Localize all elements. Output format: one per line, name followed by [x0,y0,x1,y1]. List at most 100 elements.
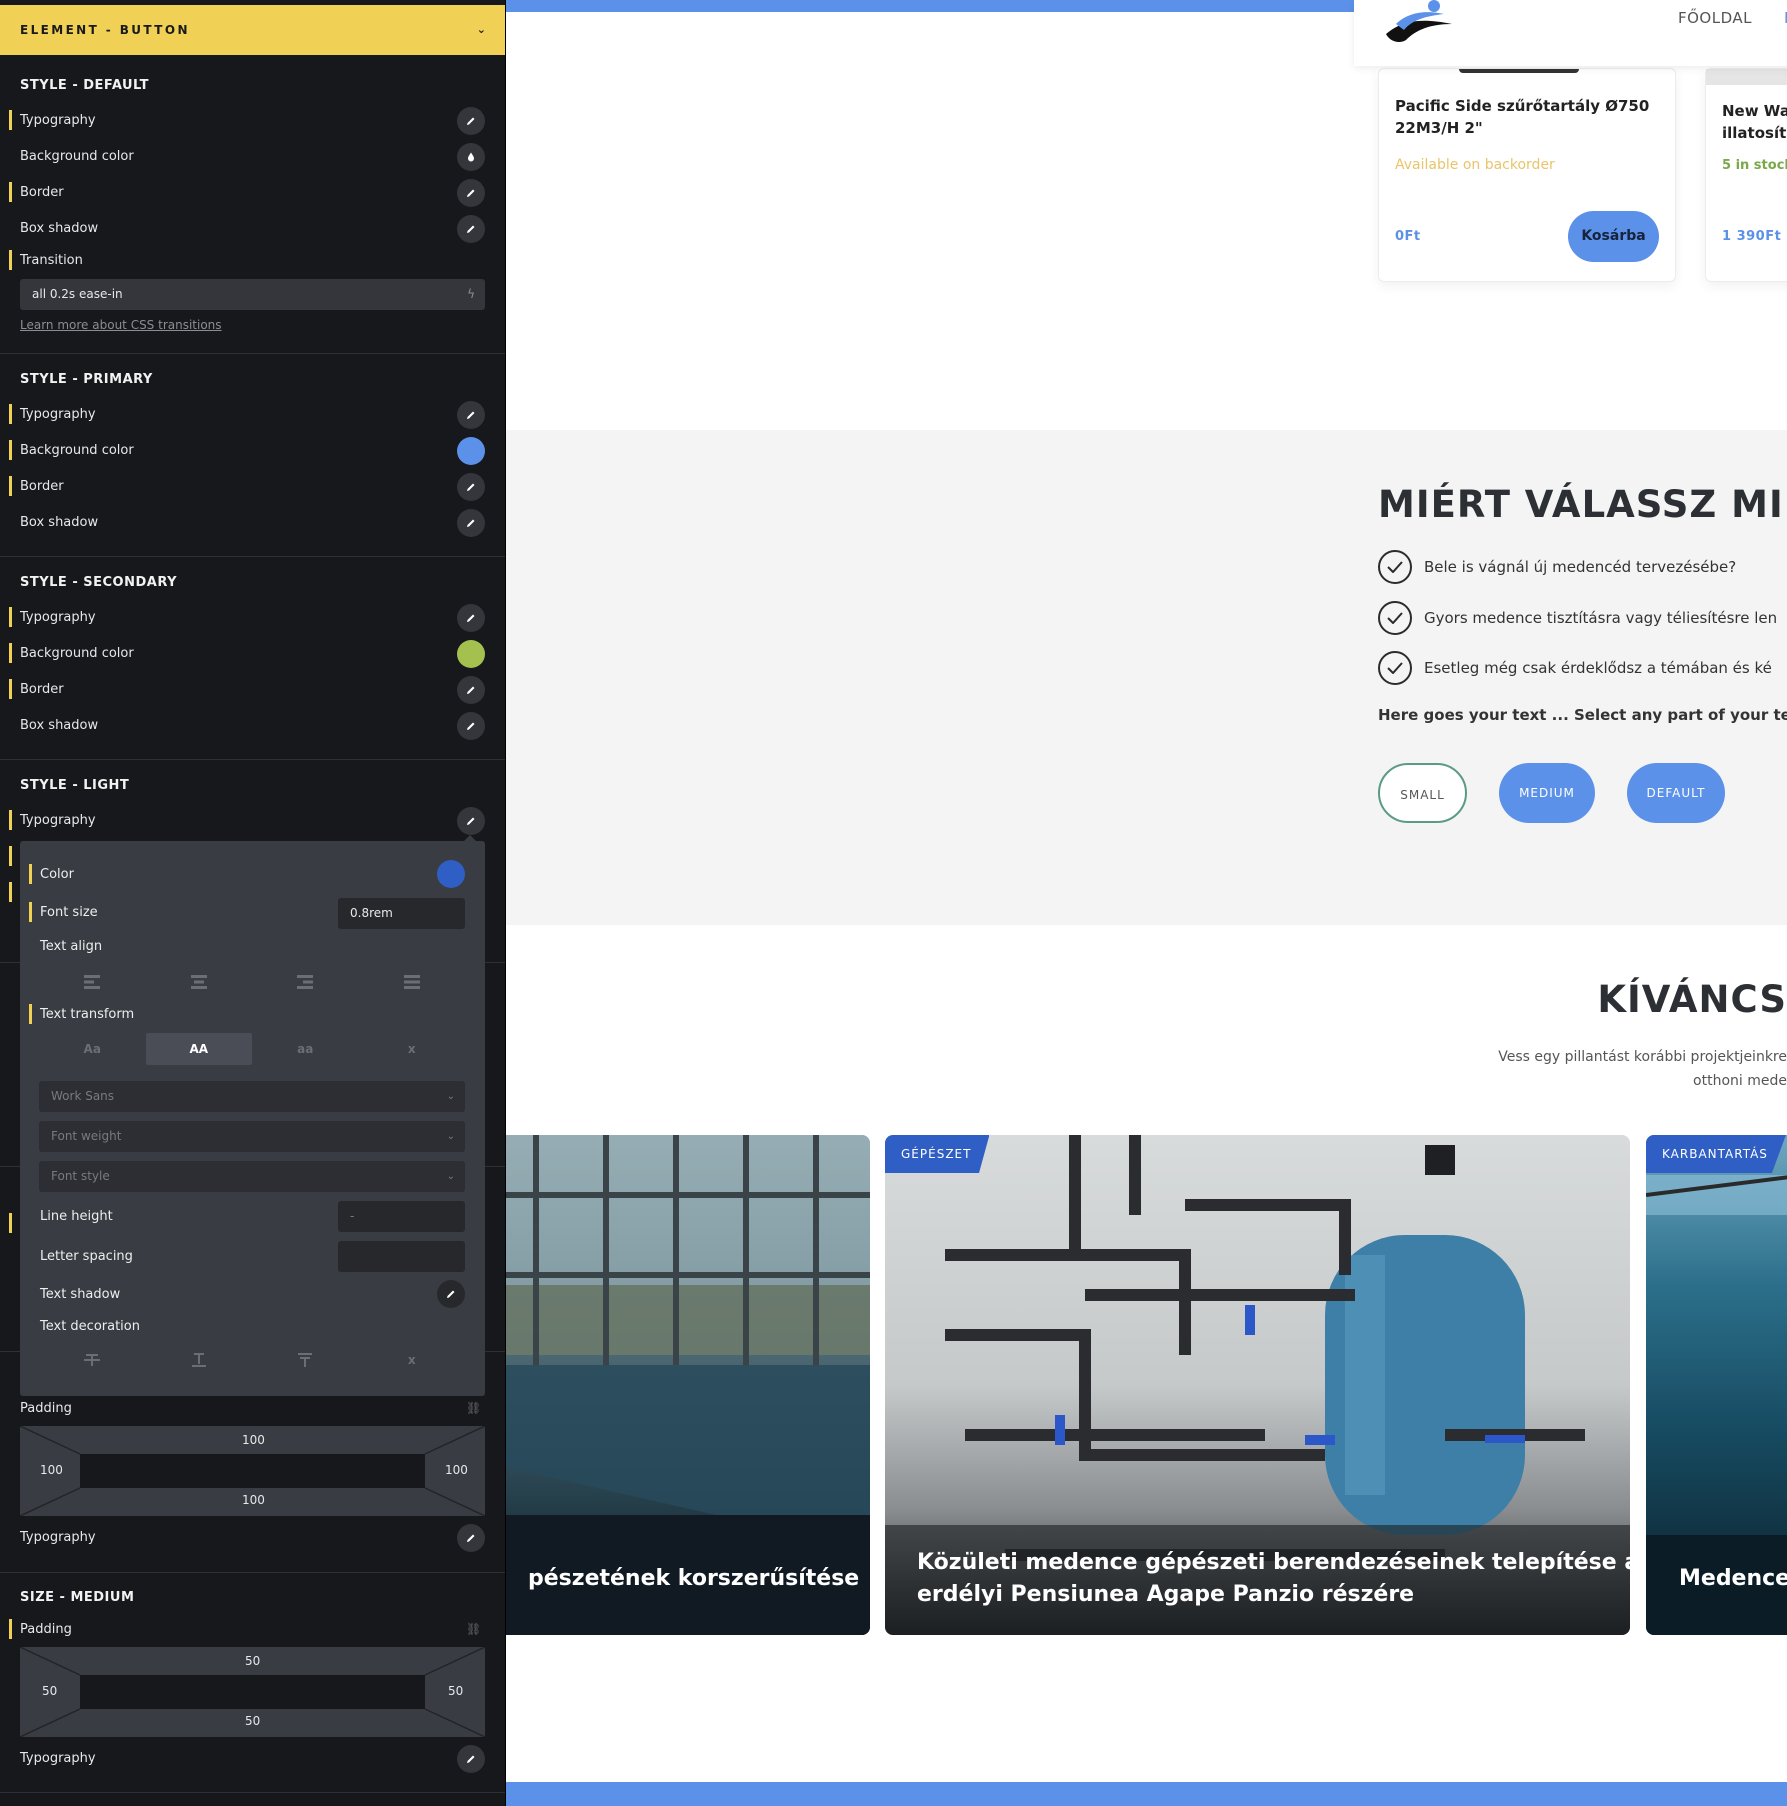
default-box-shadow-edit-button[interactable] [457,215,485,243]
product-card[interactable]: Pacific Side szűrőtartály Ø750 22M3/H 2"… [1378,68,1676,282]
default-background-color-button[interactable] [457,143,485,171]
add-to-cart-button[interactable]: Kosárba [1568,211,1659,262]
strikethrough-icon[interactable] [39,1345,146,1375]
primary-box-shadow-edit-button[interactable] [457,509,485,537]
primary-background-color-label: Background color [20,443,134,458]
project-category-tag[interactable]: KARBANTARTÁS [1646,1135,1786,1173]
project-card[interactable]: KARBANTARTÁS Medence t [1646,1135,1787,1635]
transition-value: all 0.2s ease-in [32,287,123,301]
pencil-icon [467,1755,475,1763]
padding-right-input[interactable]: 50 [448,1684,463,1698]
small-padding-label: Padding [20,1401,72,1416]
popup-text-shadow-label: Text shadow [40,1287,121,1302]
modified-marker [9,643,12,663]
chevron-down-icon[interactable]: ⌄ [477,5,486,55]
popup-color-label: Color [40,867,74,882]
line-height-input[interactable]: - [338,1201,465,1232]
modified-marker [9,440,12,460]
align-left-icon[interactable] [39,967,146,997]
product-stock: 5 in stock [1722,158,1787,173]
secondary-typography-edit-button[interactable] [457,604,485,632]
link-icon[interactable]: ⛓ [466,1622,481,1636]
learn-more-transitions-link[interactable]: Learn more about CSS transitions [20,318,222,332]
small-typography-edit-button[interactable] [457,1524,485,1552]
modified-marker [9,404,12,424]
project-card[interactable]: pészetének korszerűsítése [506,1135,870,1635]
project-title[interactable]: Közületi medence gépészeti berendezésein… [917,1547,1630,1579]
align-center-icon[interactable] [146,967,253,997]
project-category-tag[interactable]: GÉPÉSZET [885,1135,990,1173]
align-right-icon[interactable] [252,967,359,997]
transform-uppercase-option[interactable]: AA [145,1033,252,1065]
padding-bottom-input[interactable]: 50 [245,1714,260,1728]
small-button[interactable]: SMALL [1378,763,1467,823]
default-border-edit-button[interactable] [457,179,485,207]
primary-typography-edit-button[interactable] [457,401,485,429]
modified-marker [9,846,12,866]
underline-icon[interactable] [146,1345,253,1375]
element-header[interactable]: ELEMENT - BUTTON ⌄ [0,5,505,55]
site-logo[interactable] [1382,0,1458,46]
modified-marker [29,1004,32,1024]
droplet-icon [468,152,474,162]
element-title: ELEMENT - BUTTON [20,23,190,37]
transform-clear-option[interactable]: x [359,1033,466,1065]
product-title[interactable]: New Wa illatosít [1722,100,1787,144]
transform-capitalize-option[interactable]: Aa [39,1033,146,1065]
product-card[interactable]: New Wa illatosít 5 in stock 1 390Ft [1705,68,1787,282]
primary-background-color-swatch[interactable] [457,437,485,465]
padding-bottom-input[interactable]: 100 [242,1493,265,1507]
product-image-edge [1459,69,1579,73]
bolt-icon[interactable]: ϟ [467,279,475,310]
projects-subtitle: Vess egy pillantást korábbi projektjeink… [1498,1049,1787,1065]
medium-typography-edit-button[interactable] [457,1745,485,1773]
primary-border-edit-button[interactable] [457,473,485,501]
padding-left-input[interactable]: 100 [40,1463,63,1477]
overline-icon[interactable] [252,1345,359,1375]
font-style-select[interactable]: Font style ⌄ [39,1161,465,1192]
medium-padding-box: 50 50 50 50 [20,1647,485,1737]
text-transform-options: Aa AA aa x [39,1033,465,1065]
primary-box-shadow-label: Box shadow [20,515,99,530]
font-weight-select[interactable]: Font weight ⌄ [39,1121,465,1152]
secondary-border-edit-button[interactable] [457,676,485,704]
project-title[interactable]: Medence t [1679,1563,1787,1595]
pencil-icon [467,225,475,233]
secondary-box-shadow-edit-button[interactable] [457,712,485,740]
medium-button[interactable]: MEDIUM [1499,763,1595,823]
font-family-value: Work Sans [51,1089,115,1103]
default-transition-label: Transition [20,253,83,268]
padding-left-input[interactable]: 50 [42,1684,57,1698]
default-box-shadow-label: Box shadow [20,221,99,236]
text-shadow-edit-button[interactable] [437,1280,465,1308]
product-image-edge [1706,69,1787,85]
padding-top-input[interactable]: 100 [242,1433,265,1447]
align-justify-icon[interactable] [359,967,466,997]
default-button[interactable]: DEFAULT [1627,763,1725,823]
transform-lowercase-option[interactable]: aa [252,1033,359,1065]
project-title[interactable]: erdélyi Pensiunea Agape Panzio részére [917,1579,1414,1611]
check-circle-icon [1378,550,1412,584]
secondary-background-color-label: Background color [20,646,134,661]
transition-input[interactable]: all 0.2s ease-in ϟ [20,279,485,310]
popup-color-swatch[interactable] [437,860,465,888]
check-circle-icon [1378,651,1412,685]
modified-marker [9,476,12,496]
link-icon[interactable]: ⛓ [466,1401,481,1415]
font-size-input[interactable]: 0.8rem [338,898,465,929]
secondary-background-color-swatch[interactable] [457,640,485,668]
default-typography-edit-button[interactable] [457,107,485,135]
padding-top-input[interactable]: 50 [245,1654,260,1668]
project-title[interactable]: pészetének korszerűsítése [528,1563,859,1595]
decoration-clear-option[interactable]: x [359,1345,466,1375]
chevron-down-icon: ⌄ [446,1131,455,1142]
project-card[interactable]: GÉPÉSZET Közületi medence gépészeti bere… [885,1135,1630,1635]
font-family-select[interactable]: Work Sans ⌄ [39,1081,465,1112]
pencil-icon [467,483,475,491]
padding-right-input[interactable]: 100 [445,1463,468,1477]
product-title[interactable]: Pacific Side szűrőtartály Ø750 22M3/H 2" [1395,95,1665,139]
letter-spacing-input[interactable] [338,1241,465,1272]
why-body-text: Here goes your text ... Select any part … [1378,706,1787,724]
nav-item-home[interactable]: FŐOLDAL [1678,9,1752,27]
light-typography-edit-button[interactable] [457,807,485,835]
